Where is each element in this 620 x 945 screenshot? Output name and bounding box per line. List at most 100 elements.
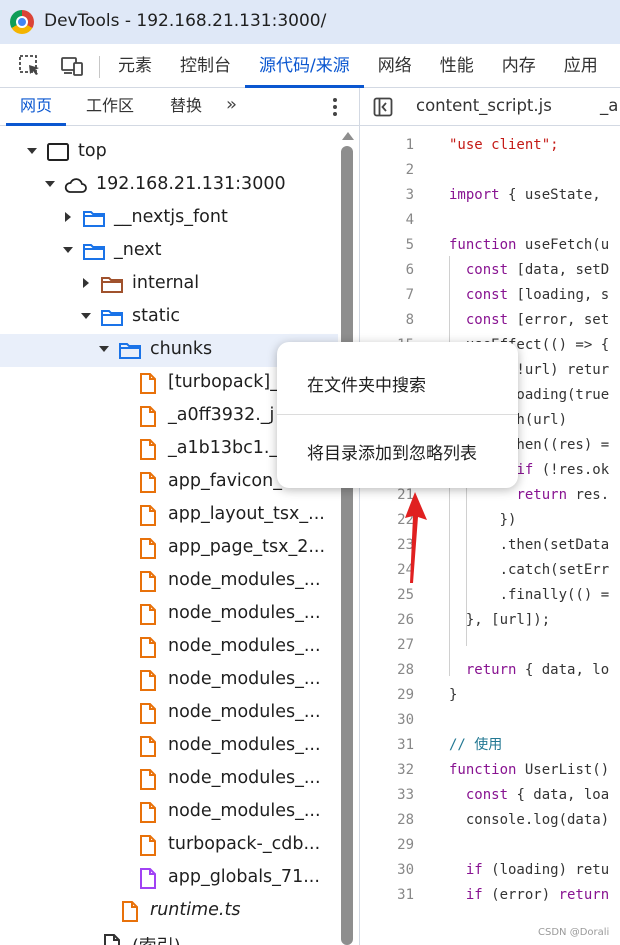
tab-console[interactable]: 控制台 bbox=[166, 44, 245, 88]
scroll-up-icon[interactable] bbox=[342, 132, 354, 140]
line-number[interactable]: 28 bbox=[360, 658, 414, 683]
code-view[interactable]: 1 "use client"; 2 3 import { useState, 4 5 func… bbox=[360, 126, 620, 945]
line-number[interactable]: 28 bbox=[360, 808, 414, 833]
line-number[interactable]: 7 bbox=[360, 283, 414, 308]
scrollbar-thumb[interactable] bbox=[341, 146, 353, 945]
expand-down-icon[interactable] bbox=[98, 343, 110, 355]
tree-item[interactable]: node_modules_... bbox=[0, 565, 338, 598]
code-line[interactable]: 24 .catch(setErr bbox=[360, 558, 620, 583]
tab-elements[interactable]: 元素 bbox=[104, 44, 166, 88]
code-line[interactable]: 33 const { data, loa bbox=[360, 783, 620, 808]
expand-down-icon[interactable] bbox=[62, 244, 74, 256]
code-line[interactable]: 26 }, [url]); bbox=[360, 608, 620, 633]
line-number[interactable]: 2 bbox=[360, 158, 414, 183]
tree-item[interactable]: (索引) bbox=[0, 928, 338, 945]
editor-tab-content-script[interactable]: content_script.js bbox=[416, 96, 552, 115]
file-icon bbox=[140, 670, 156, 691]
tree-item[interactable]: node_modules_... bbox=[0, 730, 338, 763]
tree-item[interactable]: internal bbox=[0, 268, 338, 301]
line-number[interactable]: 25 bbox=[360, 583, 414, 608]
line-number[interactable]: 30 bbox=[360, 858, 414, 883]
tab-workspace[interactable]: 工作区 bbox=[86, 88, 134, 124]
code-line[interactable]: 29} bbox=[360, 683, 620, 708]
menu-item-add-to-ignore-list[interactable]: 将目录添加到忽略列表 bbox=[307, 439, 477, 464]
line-number[interactable]: 29 bbox=[360, 683, 414, 708]
tree-item[interactable]: node_modules_... bbox=[0, 631, 338, 664]
tree-item[interactable]: app_page_tsx_2... bbox=[0, 532, 338, 565]
tree-item[interactable]: node_modules_... bbox=[0, 664, 338, 697]
line-number[interactable]: 30 bbox=[360, 708, 414, 733]
tree-item[interactable]: __nextjs_font bbox=[0, 202, 338, 235]
code-line[interactable]: 25 .finally(() = bbox=[360, 583, 620, 608]
code-line[interactable]: 7 const [loading, s bbox=[360, 283, 620, 308]
tree-item[interactable]: node_modules_... bbox=[0, 697, 338, 730]
code-line[interactable]: 2 bbox=[360, 158, 620, 183]
navigator-scrollbar[interactable] bbox=[340, 126, 354, 945]
line-number[interactable]: 5 bbox=[360, 233, 414, 258]
code-line[interactable]: 3 import { useState, bbox=[360, 183, 620, 208]
tab-overrides[interactable]: 替换 bbox=[170, 88, 202, 124]
expand-down-icon[interactable] bbox=[80, 310, 92, 322]
code-line[interactable]: 8 const [error, set bbox=[360, 308, 620, 333]
tab-application[interactable]: 应用 bbox=[550, 44, 612, 88]
tree-item[interactable]: runtime.ts bbox=[0, 895, 338, 928]
code-line[interactable]: 6 const [data, setD bbox=[360, 258, 620, 283]
expand-right-icon[interactable] bbox=[80, 277, 92, 289]
line-number[interactable]: 26 bbox=[360, 608, 414, 633]
tree-item[interactable]: node_modules_... bbox=[0, 763, 338, 796]
tree-item[interactable]: top bbox=[0, 136, 338, 169]
line-number[interactable]: 31 bbox=[360, 733, 414, 758]
toggle-navigator-icon[interactable] bbox=[373, 97, 393, 117]
code-line[interactable]: 30 if (loading) retu bbox=[360, 858, 620, 883]
editor-tab-a[interactable]: _a bbox=[600, 96, 618, 115]
line-number[interactable]: 3 bbox=[360, 183, 414, 208]
code-line[interactable]: 29 bbox=[360, 833, 620, 858]
tree-item[interactable]: app_layout_tsx_... bbox=[0, 499, 338, 532]
line-number[interactable]: 32 bbox=[360, 758, 414, 783]
expand-right-icon[interactable] bbox=[62, 211, 74, 223]
code-line[interactable]: 1 "use client"; bbox=[360, 133, 620, 158]
tree-item-label: turbopack-_cdb... bbox=[168, 834, 321, 854]
expand-down-icon[interactable] bbox=[44, 178, 56, 190]
code-line[interactable]: 4 bbox=[360, 208, 620, 233]
tab-performance[interactable]: 性能 bbox=[426, 44, 488, 88]
tree-item-label: app_favicon_ bbox=[168, 471, 282, 491]
line-number[interactable]: 8 bbox=[360, 308, 414, 333]
tree-item[interactable]: _next bbox=[0, 235, 338, 268]
inspect-element-icon[interactable] bbox=[18, 54, 42, 78]
tree-item[interactable]: static bbox=[0, 301, 338, 334]
code-line[interactable]: 23 .then(setData bbox=[360, 533, 620, 558]
device-toolbar-icon[interactable] bbox=[60, 54, 84, 78]
line-number[interactable]: 29 bbox=[360, 833, 414, 858]
tab-sources[interactable]: 源代码/来源 bbox=[245, 44, 364, 88]
code-line[interactable]: 30 bbox=[360, 708, 620, 733]
code-line[interactable]: 31 if (error) return bbox=[360, 883, 620, 908]
tree-item[interactable]: turbopack-_cdb... bbox=[0, 829, 338, 862]
more-options-icon[interactable] bbox=[332, 96, 338, 116]
more-tabs-chevron-icon[interactable]: » bbox=[226, 94, 237, 115]
tree-item[interactable]: app_globals_71... bbox=[0, 862, 338, 895]
line-number[interactable]: 27 bbox=[360, 633, 414, 658]
line-number[interactable]: 33 bbox=[360, 783, 414, 808]
menu-item-search-in-folder[interactable]: 在文件夹中搜索 bbox=[307, 371, 426, 396]
code-line[interactable]: 28 console.log(data) bbox=[360, 808, 620, 833]
code-line[interactable]: 5 function useFetch(u bbox=[360, 233, 620, 258]
code-line[interactable]: 32 function UserList() bbox=[360, 758, 620, 783]
line-number[interactable]: 4 bbox=[360, 208, 414, 233]
code-text: const { data, loa bbox=[465, 787, 610, 803]
expand-down-icon[interactable] bbox=[26, 145, 38, 157]
tab-network[interactable]: 网络 bbox=[364, 44, 426, 88]
code-line[interactable]: 22 }) bbox=[360, 508, 620, 533]
code-line[interactable]: 27 bbox=[360, 633, 620, 658]
tree-item[interactable]: node_modules_... bbox=[0, 598, 338, 631]
line-number[interactable]: 31 bbox=[360, 883, 414, 908]
code-line[interactable]: 28 return { data, lo bbox=[360, 658, 620, 683]
tree-item[interactable]: node_modules_... bbox=[0, 796, 338, 829]
line-number[interactable]: 6 bbox=[360, 258, 414, 283]
line-number[interactable]: 1 bbox=[360, 133, 414, 158]
tab-memory[interactable]: 内存 bbox=[488, 44, 550, 88]
code-line[interactable]: 31 // 使用 bbox=[360, 733, 620, 758]
tab-page[interactable]: 网页 bbox=[6, 88, 67, 126]
tree-item-label: node_modules_... bbox=[168, 768, 321, 788]
tree-item[interactable]: 192.168.21.131:3000 bbox=[0, 169, 338, 202]
